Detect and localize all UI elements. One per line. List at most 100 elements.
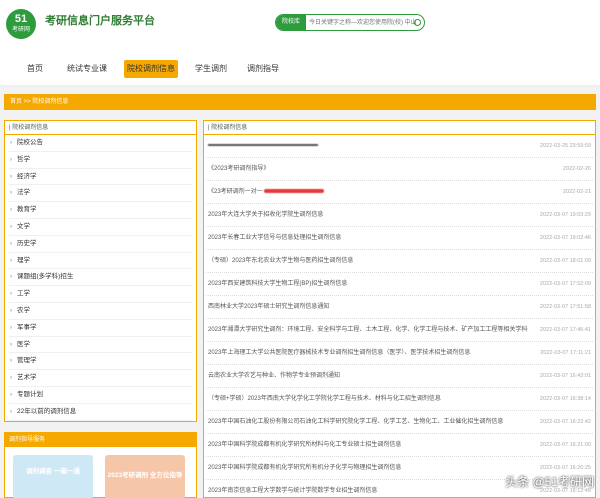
category-item[interactable]: › 医学 <box>9 337 192 354</box>
news-item[interactable]: 2023年中国石油化工股份有限公司石油化工科学研究院化学工程、化学工艺、生物化工… <box>206 411 593 434</box>
news-title: 《2023考研调剂指导》 <box>208 166 270 172</box>
nav-adjustment-guide[interactable]: 调剂指导 <box>244 60 282 78</box>
chevron-right-icon: › <box>10 190 12 197</box>
category-item[interactable]: › 工学 <box>9 286 192 303</box>
category-item[interactable]: › 专题计划 <box>9 387 192 404</box>
category-label: 法学 <box>17 189 30 197</box>
category-label: 课题组(多学科)招生 <box>17 273 74 281</box>
news-panel-title: | 院校调剂信息 <box>204 121 595 135</box>
nav-school-adjustment[interactable]: 院校调剂信息 <box>124 60 178 78</box>
category-label: 管理学 <box>17 357 37 365</box>
news-title: 西南林业大学2023年硕士研究生调剂信息通知 <box>208 304 330 310</box>
news-title: 云南农业大学农艺与种业、作物学专业预调剂通知 <box>208 373 341 379</box>
category-label: 艺术学 <box>17 374 37 382</box>
news-item[interactable]: 《23考研调剂一对一 2022-02-21 <box>206 181 593 204</box>
news-date: 2022-02-21 <box>562 189 591 195</box>
chevron-right-icon: › <box>10 207 12 214</box>
category-item[interactable]: › 历史学 <box>9 236 192 253</box>
news-date: 2022-03-07 19:02:46 <box>539 235 591 241</box>
nav-home[interactable]: 首页 <box>22 60 48 78</box>
category-item[interactable]: › 文学 <box>9 219 192 236</box>
guide-promo-title: 调剂指导服务 <box>5 433 196 447</box>
category-item[interactable]: › 军事学 <box>9 320 192 337</box>
guide-promo-panel: 调剂指导服务 调剂调查 一键一通 2023考研调剂 全方位指导 <box>4 432 197 498</box>
news-title: 2023年西安建筑科技大学生物工程(BP)招生调剂信息 <box>208 281 348 287</box>
nav-student-adjustment[interactable]: 学生调剂 <box>192 60 230 78</box>
news-item[interactable]: （专硕+学硕）2023年西南大学化学化工学院化学工程与技术、材料与化工招生调剂信… <box>206 388 593 411</box>
news-title: 2023年上海理工大学公共医院医疗器械技术专业调剂招生调剂信息（医学）、医学技术… <box>208 350 471 356</box>
watermark: 头条 @51考研网 <box>505 475 594 489</box>
promo-banner-label: 调剂调查 一键一通 <box>26 468 80 475</box>
news-date: 2022-03-07 16:23:42 <box>539 419 591 425</box>
news-item[interactable]: 2023年湘潭大学研究生调剂：环境工程、安全科学与工程、土木工程、化学、化学工程… <box>206 319 593 342</box>
chevron-right-icon: › <box>10 408 12 415</box>
logo-number: 51 <box>14 13 28 25</box>
category-label: 22年以前的调剂信息 <box>17 407 77 415</box>
search-scope-select[interactable]: 院校库 <box>276 15 306 30</box>
logo-text: 考研网 <box>11 27 30 33</box>
chevron-right-icon: › <box>10 140 12 146</box>
category-label: 军事学 <box>17 323 37 331</box>
news-title: 2023年中国石油化工股份有限公司石油化工科学研究院化学工程、化学工艺、生物化工… <box>208 419 504 425</box>
chevron-right-icon: › <box>10 358 12 365</box>
news-item[interactable]: 2023年中国科学院成都有机化学研究所材料与化工专业硕士招生调剂信息 2022-0… <box>206 434 593 457</box>
redaction-mark <box>264 189 325 194</box>
nav-exam-courses[interactable]: 统试专业课 <box>62 60 112 78</box>
category-item[interactable]: › 理学 <box>9 253 192 270</box>
search-bar: 院校库 <box>275 14 425 31</box>
promo-banner-survey[interactable]: 调剂调查 一键一通 <box>13 455 93 498</box>
news-panel: | 院校调剂信息 2022-03-25 23:59:59 《2023考研调剂指导… <box>203 120 596 498</box>
category-label: 医学 <box>17 340 30 348</box>
site-logo[interactable]: 51 考研网 <box>6 9 36 39</box>
category-item[interactable]: › 经济学 <box>9 169 192 186</box>
category-label: 文学 <box>17 222 30 230</box>
news-date: 2022-03-07 16:38:14 <box>539 396 591 402</box>
news-title: 2023年长春工业大学信号与信息处理招生调剂信息 <box>208 235 342 241</box>
breadcrumb: 首页 >> 院校调剂信息 <box>4 94 596 110</box>
news-item[interactable]: 2023年西安建筑科技大学生物工程(BP)招生调剂信息 2022-03-07 17… <box>206 273 593 296</box>
chevron-right-icon: › <box>10 240 12 247</box>
category-item[interactable]: › 22年以前的调剂信息 <box>9 404 192 421</box>
site-header: 51 考研网 考研信息门户服务平台 院校库 <box>0 0 600 50</box>
news-item[interactable]: 云南农业大学农艺与种业、作物学专业预调剂通知 2022-03-07 16:43:0… <box>206 365 593 388</box>
category-label: 专题计划 <box>17 390 43 398</box>
search-icon[interactable] <box>414 19 421 26</box>
news-date: 2022-02-26 <box>562 166 591 172</box>
chevron-right-icon: › <box>10 291 12 298</box>
news-item[interactable]: 《2023考研调剂指导》 2022-02-26 <box>206 158 593 181</box>
news-date: 2022-03-07 19:03:29 <box>539 212 591 218</box>
category-label: 工学 <box>17 290 30 298</box>
news-item[interactable]: 西南林业大学2023年硕士研究生调剂信息通知 2022-03-07 17:51:5… <box>206 296 593 319</box>
promo-banner-label: 2023考研调剂 全方位指导 <box>107 472 183 479</box>
category-item[interactable]: › 哲学 <box>9 152 192 169</box>
news-item[interactable]: 2023年长春工业大学信号与信息处理招生调剂信息 2022-03-07 19:02… <box>206 227 593 250</box>
chevron-right-icon: › <box>10 324 12 331</box>
news-item[interactable]: 2023年大连大学关于招收化学院生调剂信息 2022-03-07 19:03:29 <box>206 204 593 227</box>
news-date: 2022-03-07 17:46:41 <box>539 327 591 333</box>
news-title: 2023年南京信息工程大学数学与统计学院数学专业招生调剂信息 <box>208 488 378 494</box>
category-label: 理学 <box>17 256 30 264</box>
promo-banner-guidance[interactable]: 2023考研调剂 全方位指导 <box>105 455 185 498</box>
news-item[interactable]: 2023年上海理工大学公共医院医疗器械技术专业调剂招生调剂信息（医学）、医学技术… <box>206 342 593 365</box>
category-item[interactable]: › 法学 <box>9 185 192 203</box>
category-item[interactable]: › 课题组(多学科)招生 <box>9 269 192 287</box>
news-title: 2023年湘潭大学研究生调剂：环境工程、安全科学与工程、土木工程、化学、化学工程… <box>208 327 528 333</box>
news-date: 2022-03-07 16:21:00 <box>539 442 591 448</box>
chevron-right-icon: › <box>10 156 12 163</box>
news-date: 2022-03-07 17:11:21 <box>540 350 591 356</box>
category-item[interactable]: › 艺术学 <box>9 370 192 387</box>
search-input[interactable] <box>309 15 417 30</box>
category-item[interactable]: › 管理学 <box>9 353 192 371</box>
category-item[interactable]: › 农学 <box>9 303 192 320</box>
news-item[interactable]: 2022-03-25 23:59:59 <box>206 135 593 158</box>
news-title <box>208 135 318 158</box>
chevron-right-icon: › <box>10 391 12 398</box>
category-item[interactable]: › 教育学 <box>9 202 192 219</box>
news-list: 2022-03-25 23:59:59 《2023考研调剂指导》 2022-02-… <box>204 135 595 498</box>
category-list: › 院校公告 › 哲学 › 经济学 › 法学 › 教育学 › 文学 › 历史学 › 理学 › 课题… <box>5 135 196 421</box>
category-item[interactable]: › 院校公告 <box>9 135 192 152</box>
news-item[interactable]: （专硕）2023年东北农业大学生物与医药招生调剂信息 2022-03-07 18:… <box>206 250 593 273</box>
chevron-right-icon: › <box>10 257 12 264</box>
category-label: 历史学 <box>17 239 37 247</box>
news-date: 2022-03-07 16:43:01 <box>539 373 591 379</box>
